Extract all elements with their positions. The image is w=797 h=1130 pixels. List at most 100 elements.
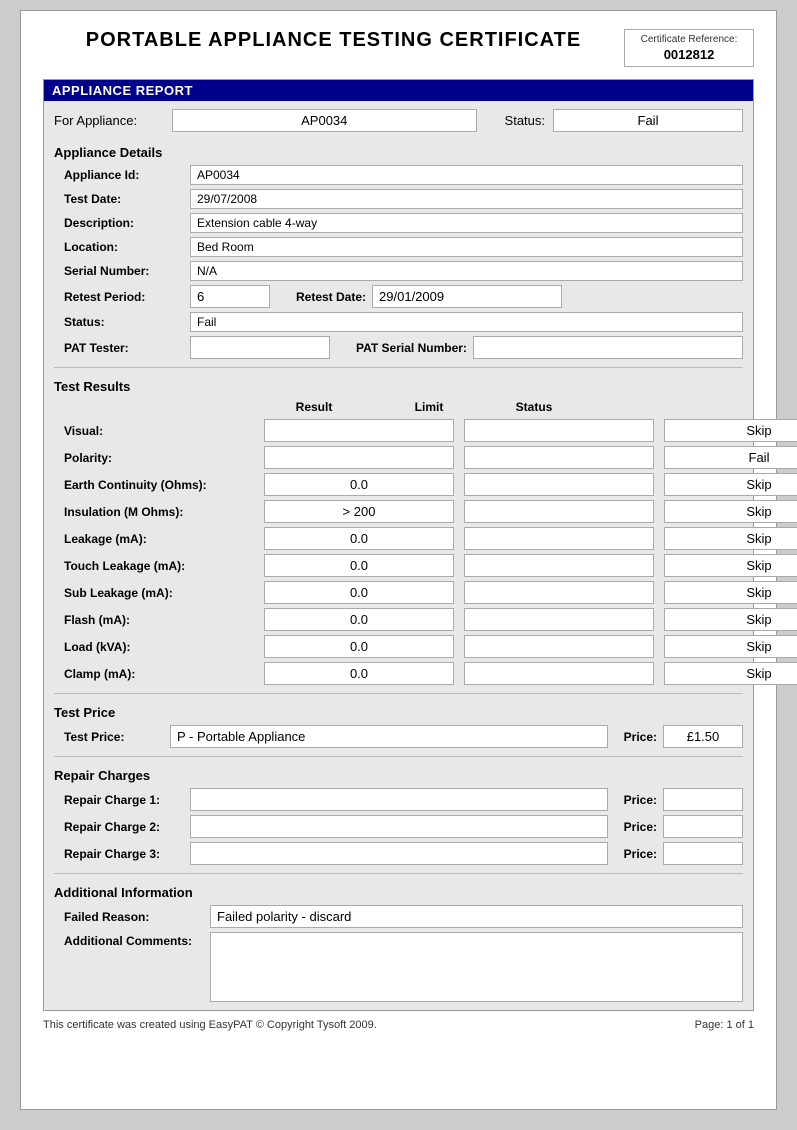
price-amount-input[interactable] [663,725,743,748]
test-result-input-6[interactable] [264,581,454,604]
repair-charge-row: Repair Charge 3: Price: [44,840,753,867]
test-row-label-9: Clamp (mA): [64,667,264,681]
status-row: Status: [44,310,753,334]
retest-period-row: Retest Period: Retest Date: [44,283,753,310]
retest-period-label: Retest Period: [64,290,184,304]
for-appliance-row: For Appliance: Status: [44,101,753,140]
col-result: Result [264,400,364,414]
price-amount-label: Price: [624,730,657,744]
additional-info-title: Additional Information [44,880,753,903]
test-row-label-1: Polarity: [64,451,264,465]
repair-price-input-2[interactable] [663,842,743,865]
appliance-detail-row: Serial Number: [44,259,753,283]
test-row-label-3: Insulation (M Ohms): [64,505,264,519]
cert-ref-box: Certificate Reference: 0012812 [624,29,754,67]
header: PORTABLE APPLIANCE TESTING CERTIFICATE C… [43,29,754,67]
detail-value-input-2[interactable] [190,213,743,233]
test-result-input-2[interactable] [264,473,454,496]
test-row: Load (kVA): [44,633,753,660]
test-result-input-7[interactable] [264,608,454,631]
additional-comments-label: Additional Comments: [64,934,204,948]
appliance-detail-row: Appliance Id: [44,163,753,187]
footer: This certificate was created using EasyP… [43,1019,754,1031]
divider-4 [54,873,743,874]
test-result-input-8[interactable] [264,635,454,658]
test-results-title: Test Results [44,374,753,397]
test-status-input-4[interactable] [664,527,797,550]
test-limit-input-8[interactable] [464,635,654,658]
test-result-input-3[interactable] [264,500,454,523]
repair-value-input-2[interactable] [190,842,608,865]
test-status-input-6[interactable] [664,581,797,604]
appliance-status-input[interactable] [553,109,743,132]
col-status: Status [494,400,574,414]
content-box: APPLIANCE REPORT For Appliance: Status: … [43,79,754,1011]
test-result-input-9[interactable] [264,662,454,685]
test-status-input-7[interactable] [664,608,797,631]
test-status-input-1[interactable] [664,446,797,469]
detail-value-input-0[interactable] [190,165,743,185]
detail-value-input-3[interactable] [190,237,743,257]
for-appliance-label: For Appliance: [54,113,164,128]
repair-price-input-1[interactable] [663,815,743,838]
test-price-value-input[interactable] [170,725,608,748]
test-status-input-2[interactable] [664,473,797,496]
test-row: Clamp (mA): [44,660,753,687]
test-row-label-0: Visual: [64,424,264,438]
test-limit-input-4[interactable] [464,527,654,550]
test-limit-input-2[interactable] [464,473,654,496]
divider-2 [54,693,743,694]
repair-price-input-0[interactable] [663,788,743,811]
repair-value-input-1[interactable] [190,815,608,838]
pat-tester-input[interactable] [190,336,330,359]
test-limit-input-5[interactable] [464,554,654,577]
repair-label-1: Repair Charge 2: [64,820,184,834]
pat-serial-input[interactable] [473,336,743,359]
test-row: Insulation (M Ohms): [44,498,753,525]
status-field-input[interactable] [190,312,743,332]
test-row-label-7: Flash (mA): [64,613,264,627]
test-status-input-3[interactable] [664,500,797,523]
detail-label-4: Serial Number: [64,264,184,278]
test-status-input-0[interactable] [664,419,797,442]
test-result-input-5[interactable] [264,554,454,577]
test-row-label-4: Leakage (mA): [64,532,264,546]
retest-date-label: Retest Date: [296,290,366,304]
appliance-id-input[interactable] [172,109,477,132]
test-status-input-8[interactable] [664,635,797,658]
repair-value-input-0[interactable] [190,788,608,811]
failed-reason-row: Failed Reason: [44,903,753,930]
test-row: Sub Leakage (mA): [44,579,753,606]
status-label: Status: [505,113,545,128]
test-result-input-0[interactable] [264,419,454,442]
status-field-label: Status: [64,315,184,329]
test-status-input-9[interactable] [664,662,797,685]
detail-value-input-4[interactable] [190,261,743,281]
test-limit-input-9[interactable] [464,662,654,685]
additional-comments-textarea[interactable] [210,932,743,1002]
repair-label-2: Repair Charge 3: [64,847,184,861]
test-limit-input-3[interactable] [464,500,654,523]
retest-date-input[interactable] [372,285,562,308]
test-result-input-1[interactable] [264,446,454,469]
failed-reason-input[interactable] [210,905,743,928]
test-price-title: Test Price [44,700,753,723]
test-result-input-4[interactable] [264,527,454,550]
retest-period-input[interactable] [190,285,270,308]
detail-label-2: Description: [64,216,184,230]
appliance-detail-row: Test Date: [44,187,753,211]
divider-3 [54,756,743,757]
test-status-input-5[interactable] [664,554,797,577]
test-limit-input-7[interactable] [464,608,654,631]
test-limit-input-6[interactable] [464,581,654,604]
test-limit-input-1[interactable] [464,446,654,469]
appliance-detail-row: Description: [44,211,753,235]
detail-label-3: Location: [64,240,184,254]
detail-value-input-1[interactable] [190,189,743,209]
test-price-label: Test Price: [64,730,164,744]
test-limit-input-0[interactable] [464,419,654,442]
appliance-detail-row: Location: [44,235,753,259]
pat-tester-row: PAT Tester: PAT Serial Number: [44,334,753,361]
test-price-row: Test Price: Price: [44,723,753,750]
test-row-label-2: Earth Continuity (Ohms): [64,478,264,492]
